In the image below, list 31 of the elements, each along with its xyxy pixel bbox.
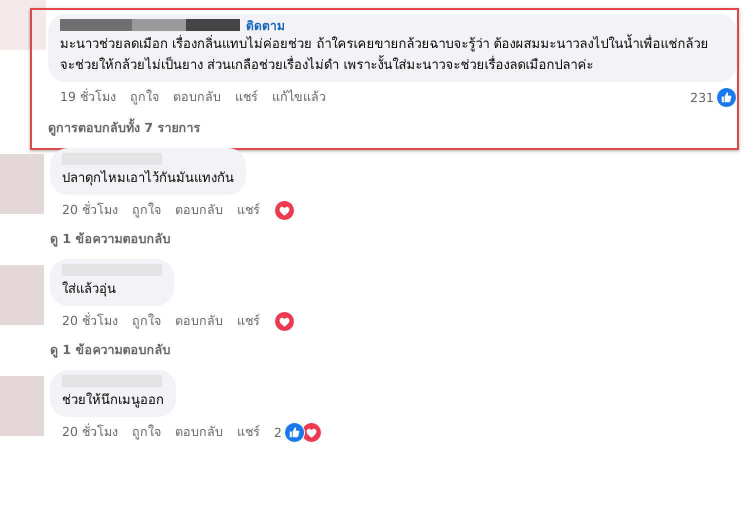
action-link[interactable]: แชร์ — [236, 311, 260, 331]
action-link[interactable]: ถูกใจ — [130, 87, 159, 107]
blurred-avatar — [0, 0, 46, 50]
edited-label: แก้ไขแล้ว — [272, 88, 326, 106]
blurred-avatar — [0, 154, 44, 214]
comment-text: ช่วยให้นึกเมนูออก — [62, 392, 164, 410]
timestamp: 20 ชั่วโมง — [62, 422, 118, 441]
reaction-count: 2 — [274, 424, 282, 440]
comment-text: ปลาดุกไหมเอาไว้กันมันแทงกัน — [62, 169, 234, 188]
action-link[interactable]: แชร์ — [236, 422, 260, 442]
view-replies-link[interactable]: ดู 1 ข้อความตอบกลับ — [50, 332, 170, 368]
action-link[interactable]: ถูกใจ — [132, 200, 161, 220]
comment-text: ใส่แล้วอุ่น — [62, 280, 117, 299]
follow-link[interactable]: ติดตาม — [246, 16, 285, 34]
timestamp: 19 ชั่วโมง — [60, 87, 116, 106]
view-replies-link[interactable]: ดู 1 ข้อความตอบกลับ — [50, 221, 170, 257]
action-link[interactable]: ตอบกลับ — [172, 87, 221, 107]
action-link[interactable]: ตอบกลับ — [174, 200, 223, 220]
action-link[interactable]: แชร์ — [234, 87, 258, 107]
action-link[interactable]: ถูกใจ — [132, 311, 161, 331]
action-link[interactable]: ตอบกลับ — [174, 422, 223, 442]
reaction-count: 231 — [690, 90, 714, 104]
action-link[interactable]: ถูกใจ — [132, 422, 161, 442]
view-replies-link[interactable]: ดูการตอบกลับทั้ง 7 รายการ — [48, 108, 200, 146]
timestamp: 20 ชั่วโมง — [62, 200, 118, 219]
action-link[interactable]: แชร์ — [236, 200, 260, 220]
timestamp: 20 ชั่วโมง — [62, 311, 118, 330]
action-link[interactable]: ตอบกลับ — [174, 311, 223, 331]
comment-text: มะนาวช่วยลดเมือก เรื่องกลิ่นแทบไม่ค่อยช่วย ถ้าใครเคยขายกล้วยฉาบจะรู้ว่า ต้องผสมมะนาวลงไปในน้ำเพื่อแช่กล้วย จะช่วยให้กล้วยไม่เป็นยาง ส่วนเกลือช่วยเรื่องไม่ดำ เพราะงั้นใส่มะนาวจะช่วยเรื่องลดเมือกปลาค่ะ — [60, 34, 725, 76]
blurred-avatar — [0, 265, 44, 325]
blurred-avatar — [0, 376, 44, 436]
